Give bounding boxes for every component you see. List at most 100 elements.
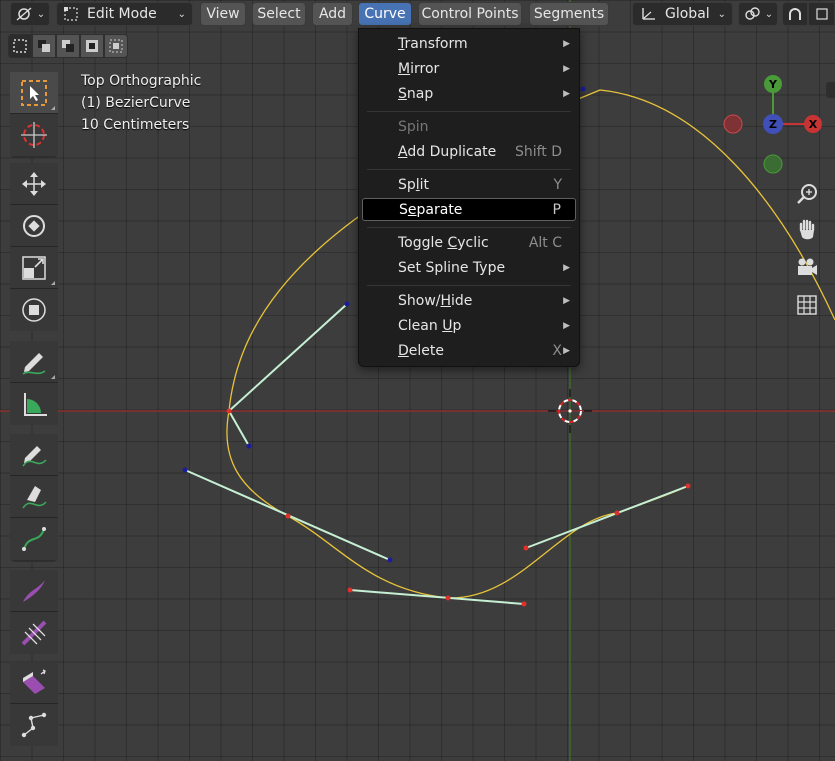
menu-item-delete[interactable]: Delete X ▶ (362, 339, 576, 362)
menu-item-spin: Spin (362, 115, 576, 138)
select-intersect-button[interactable] (104, 34, 128, 58)
pivot-point-select[interactable]: ⌄ (738, 2, 778, 26)
menu-item-set-spline-type[interactable]: Set Spline Type ▶ (362, 256, 576, 279)
select-new-button[interactable] (8, 34, 32, 58)
gizmo-z-label: Z (769, 118, 777, 131)
select-invert-icon (86, 40, 98, 52)
menu-item-toggle-cyclic[interactable]: Toggle Cyclic Alt C (362, 231, 576, 254)
menu-item-label: Snap (398, 85, 434, 102)
menu-separator (367, 285, 571, 286)
grid-scale: 10 Centimeters (81, 117, 190, 133)
select-subtract-button[interactable] (56, 34, 80, 58)
menu-curve[interactable]: Curve (358, 2, 412, 26)
tool-corner (51, 281, 55, 285)
grid-icon (797, 295, 817, 315)
menu-item-snap[interactable]: Snap ▶ (362, 82, 576, 105)
menu-view[interactable]: View (200, 2, 246, 26)
submenu-arrow-icon: ▶ (563, 88, 570, 99)
toolbar-group-annotate (10, 341, 58, 425)
transform-orientation-select[interactable]: Global ⌄ (632, 2, 733, 26)
3d-cursor-icon[interactable] (548, 389, 592, 433)
accelerator-letter: l (415, 176, 420, 193)
select-extend-button[interactable] (32, 34, 56, 58)
menu-item-label: Set Spline Type (398, 259, 506, 276)
bezier-curve-lower[interactable] (226, 410, 689, 599)
select-extend-icon (38, 40, 50, 52)
accelerator-letter: A (398, 143, 408, 160)
select-subtract-icon (62, 40, 74, 52)
orientation-axes-icon (642, 8, 655, 20)
tool-draw[interactable] (10, 434, 58, 476)
editor-type-button[interactable]: ⌄ (10, 2, 50, 26)
tool-radius[interactable] (10, 570, 58, 612)
sidebar-toggle[interactable] (826, 82, 835, 98)
select-intersect-icon (109, 39, 123, 53)
menu-item-label: Split (398, 176, 430, 193)
accelerator-letter: C (447, 234, 458, 251)
tool-rotate[interactable] (10, 205, 58, 247)
menu-item-show-hide[interactable]: Show/Hide ▶ (362, 289, 576, 312)
submenu-arrow-icon: ▶ (563, 295, 570, 306)
rotate-icon (23, 214, 45, 237)
zoom-button[interactable] (793, 180, 821, 208)
object-name: (1) BezierCurve (81, 95, 191, 111)
menu-separator (367, 169, 571, 170)
move-icon (22, 171, 46, 196)
tool-curve-pen[interactable] (10, 518, 58, 560)
orientation-label: Global (665, 6, 710, 22)
submenu-arrow-icon: ▶ (563, 320, 570, 331)
tool-pen[interactable] (10, 476, 58, 518)
draw-icon (22, 445, 47, 466)
toolbar-group-extrude (10, 662, 58, 746)
tool-vertex-path[interactable] (10, 704, 58, 746)
snap-toggle[interactable] (782, 2, 808, 26)
tool-annotate[interactable] (10, 341, 58, 383)
menu-item-shortcut: Y (553, 176, 562, 193)
menu-item-add-duplicate[interactable]: Add Duplicate Shift D (362, 140, 576, 163)
accelerator-letter: H (440, 292, 452, 309)
tool-extrude[interactable] (10, 662, 58, 704)
menu-item-shortcut: X (552, 342, 562, 359)
perspective-toggle-button[interactable] (793, 291, 821, 319)
cursor-icon (21, 122, 47, 148)
tilt-icon (21, 620, 47, 646)
mode-label: Edit Mode (87, 6, 157, 22)
toolbar-group-select (10, 72, 58, 158)
menu-item-mirror[interactable]: Mirror ▶ (362, 57, 576, 80)
menu-segments[interactable]: Segments (529, 2, 609, 26)
tool-scale[interactable] (10, 247, 58, 289)
menu-item-split[interactable]: Split Y (362, 173, 576, 196)
tool-tilt[interactable] (10, 612, 58, 654)
menu-item-clean-up[interactable]: Clean Up ▶ (362, 314, 576, 337)
snap-target-select[interactable] (808, 2, 835, 26)
scale-icon (22, 255, 46, 280)
select-box-icon (21, 79, 47, 106)
tool-measure[interactable] (10, 383, 58, 425)
curve-menu: Transform ▶ Mirror ▶ Snap ▶ Spin Add Dup… (358, 28, 580, 367)
tool-transform[interactable] (10, 289, 58, 331)
menu-item-label: Separate (399, 201, 463, 218)
camera-view-button[interactable] (793, 254, 821, 282)
pan-button[interactable] (793, 216, 821, 244)
extrude-icon (23, 668, 46, 694)
tool-cursor[interactable] (10, 114, 58, 156)
menu-item-transform[interactable]: Transform ▶ (362, 32, 576, 55)
select-new-icon (13, 39, 27, 53)
menu-item-separate[interactable]: Separate P (362, 198, 576, 221)
select-invert-button[interactable] (80, 34, 104, 58)
camera-icon (798, 258, 817, 275)
tool-select-box[interactable] (10, 72, 58, 114)
menu-item-label: Spin (398, 118, 429, 135)
curve-pen-icon (22, 527, 46, 551)
radius-icon (23, 579, 45, 602)
menu-select[interactable]: Select (252, 2, 306, 26)
menu-add[interactable]: Add (312, 2, 353, 26)
navigation-gizmo[interactable]: Y X Z (715, 70, 835, 180)
tool-move[interactable] (10, 163, 58, 205)
menu-control-points[interactable]: Control Points (418, 2, 522, 26)
mode-select[interactable]: Edit Mode ⌄ (56, 2, 193, 26)
submenu-arrow-icon: ▶ (563, 262, 570, 273)
menu-item-label: Clean Up (398, 317, 462, 334)
editor-type-icon (16, 7, 32, 21)
pivot-icon (745, 7, 760, 20)
